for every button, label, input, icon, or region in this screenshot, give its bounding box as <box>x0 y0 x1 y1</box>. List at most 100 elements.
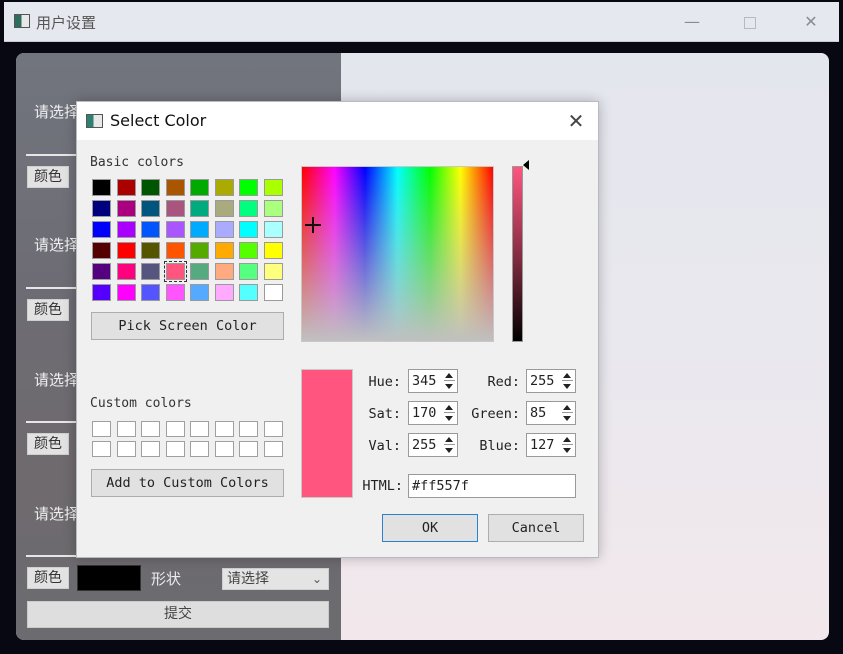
custom-color-swatch[interactable] <box>165 441 185 457</box>
html-color-input[interactable]: #ff557f <box>408 474 576 498</box>
basic-color-swatch[interactable] <box>116 179 136 196</box>
basic-color-swatch[interactable] <box>263 200 283 217</box>
basic-color-swatch[interactable] <box>165 179 185 196</box>
pick-screen-color-button[interactable]: Pick Screen Color <box>91 312 284 340</box>
basic-color-swatch[interactable] <box>190 200 209 217</box>
maximize-button[interactable] <box>728 6 772 38</box>
sat-spinbox[interactable]: 170 <box>408 401 458 425</box>
basic-color-swatch[interactable] <box>263 284 283 301</box>
bottom-color-button[interactable]: 颜色 <box>27 567 69 589</box>
arrow-up-icon[interactable] <box>563 373 571 378</box>
basic-color-swatch[interactable] <box>141 200 160 217</box>
basic-color-swatch[interactable] <box>165 284 185 301</box>
close-button[interactable]: ✕ <box>789 6 833 38</box>
basic-color-swatch[interactable] <box>116 242 136 259</box>
basic-color-swatch[interactable] <box>141 179 160 196</box>
basic-color-swatch[interactable] <box>190 284 209 301</box>
basic-color-swatch[interactable] <box>141 263 160 280</box>
basic-color-swatch[interactable] <box>92 284 111 301</box>
basic-color-swatch[interactable] <box>92 200 111 217</box>
basic-color-swatch[interactable] <box>190 242 209 259</box>
add-to-custom-colors-button[interactable]: Add to Custom Colors <box>91 469 284 497</box>
basic-color-swatch[interactable] <box>239 179 258 196</box>
custom-color-swatch[interactable] <box>239 441 258 457</box>
custom-color-swatch[interactable] <box>214 441 234 457</box>
shape-select[interactable]: 请选择 ⌄ <box>222 568 329 590</box>
basic-color-swatch[interactable] <box>92 179 111 196</box>
slider-handle-arrow-icon[interactable] <box>523 160 529 170</box>
custom-color-swatch[interactable] <box>263 441 283 457</box>
green-spinbox[interactable]: 85 <box>526 401 576 425</box>
arrow-down-icon[interactable] <box>563 416 571 421</box>
custom-color-swatch[interactable] <box>92 441 111 457</box>
custom-color-swatch[interactable] <box>263 421 283 437</box>
spin-arrows[interactable] <box>444 372 455 390</box>
basic-color-swatch[interactable] <box>141 284 160 301</box>
spin-arrows[interactable] <box>562 436 573 454</box>
custom-color-swatch[interactable] <box>165 421 185 437</box>
basic-color-swatch[interactable] <box>214 221 234 238</box>
basic-color-swatch[interactable] <box>92 221 111 238</box>
basic-color-swatch[interactable] <box>141 221 160 238</box>
value-slider[interactable] <box>512 166 523 342</box>
basic-color-swatch[interactable] <box>263 221 283 238</box>
basic-color-swatch[interactable] <box>116 284 136 301</box>
basic-color-swatch[interactable] <box>214 179 234 196</box>
basic-color-swatch[interactable] <box>190 179 209 196</box>
crosshair-icon[interactable] <box>305 217 321 233</box>
custom-color-swatch[interactable] <box>190 441 209 457</box>
basic-color-swatch[interactable] <box>239 284 258 301</box>
basic-color-swatch[interactable] <box>165 221 185 238</box>
spin-arrows[interactable] <box>562 404 573 422</box>
basic-color-swatch[interactable] <box>165 242 185 259</box>
arrow-down-icon[interactable] <box>445 416 453 421</box>
arrow-up-icon[interactable] <box>445 373 453 378</box>
basic-color-swatch[interactable] <box>116 221 136 238</box>
custom-color-swatch[interactable] <box>141 421 160 437</box>
cancel-button[interactable]: Cancel <box>488 514 584 542</box>
basic-color-swatch[interactable] <box>263 242 283 259</box>
arrow-up-icon[interactable] <box>563 437 571 442</box>
spin-arrows[interactable] <box>444 436 455 454</box>
basic-color-swatch[interactable] <box>190 221 209 238</box>
arrow-up-icon[interactable] <box>445 405 453 410</box>
dialog-close-button[interactable]: ✕ <box>563 108 589 134</box>
custom-color-swatch[interactable] <box>190 421 209 437</box>
basic-color-swatch[interactable] <box>116 263 136 280</box>
basic-color-swatch[interactable] <box>165 200 185 217</box>
basic-color-swatch[interactable] <box>214 242 234 259</box>
arrow-down-icon[interactable] <box>445 384 453 389</box>
basic-color-swatch[interactable] <box>214 284 234 301</box>
arrow-up-icon[interactable] <box>445 437 453 442</box>
minimize-button[interactable]: — <box>670 6 714 38</box>
custom-color-swatch[interactable] <box>214 421 234 437</box>
basic-color-swatch[interactable] <box>239 242 258 259</box>
basic-color-swatch[interactable] <box>92 242 111 259</box>
row-2-color-button[interactable]: 颜色 <box>27 299 69 321</box>
arrow-down-icon[interactable] <box>445 448 453 453</box>
hue-saturation-picker[interactable] <box>301 166 494 342</box>
basic-color-swatch[interactable] <box>92 263 111 280</box>
basic-color-swatch[interactable] <box>163 261 187 282</box>
red-spinbox[interactable]: 255 <box>526 369 576 393</box>
basic-color-swatch[interactable] <box>116 200 136 217</box>
custom-color-swatch[interactable] <box>92 421 111 437</box>
row-3-color-button[interactable]: 颜色 <box>27 433 69 455</box>
custom-color-swatch[interactable] <box>239 421 258 437</box>
arrow-down-icon[interactable] <box>563 384 571 389</box>
val-spinbox[interactable]: 255 <box>408 433 458 457</box>
arrow-up-icon[interactable] <box>563 405 571 410</box>
basic-color-swatch[interactable] <box>263 263 283 280</box>
row-1-color-button[interactable]: 颜色 <box>27 166 69 188</box>
spin-arrows[interactable] <box>562 372 573 390</box>
basic-color-swatch[interactable] <box>239 221 258 238</box>
basic-color-swatch[interactable] <box>239 263 258 280</box>
blue-spinbox[interactable]: 127 <box>526 433 576 457</box>
basic-color-swatch[interactable] <box>239 200 258 217</box>
basic-color-swatch[interactable] <box>214 200 234 217</box>
custom-color-swatch[interactable] <box>141 441 160 457</box>
basic-color-swatch[interactable] <box>141 242 160 259</box>
arrow-down-icon[interactable] <box>563 448 571 453</box>
basic-color-swatch[interactable] <box>214 263 234 280</box>
custom-color-swatch[interactable] <box>116 441 136 457</box>
